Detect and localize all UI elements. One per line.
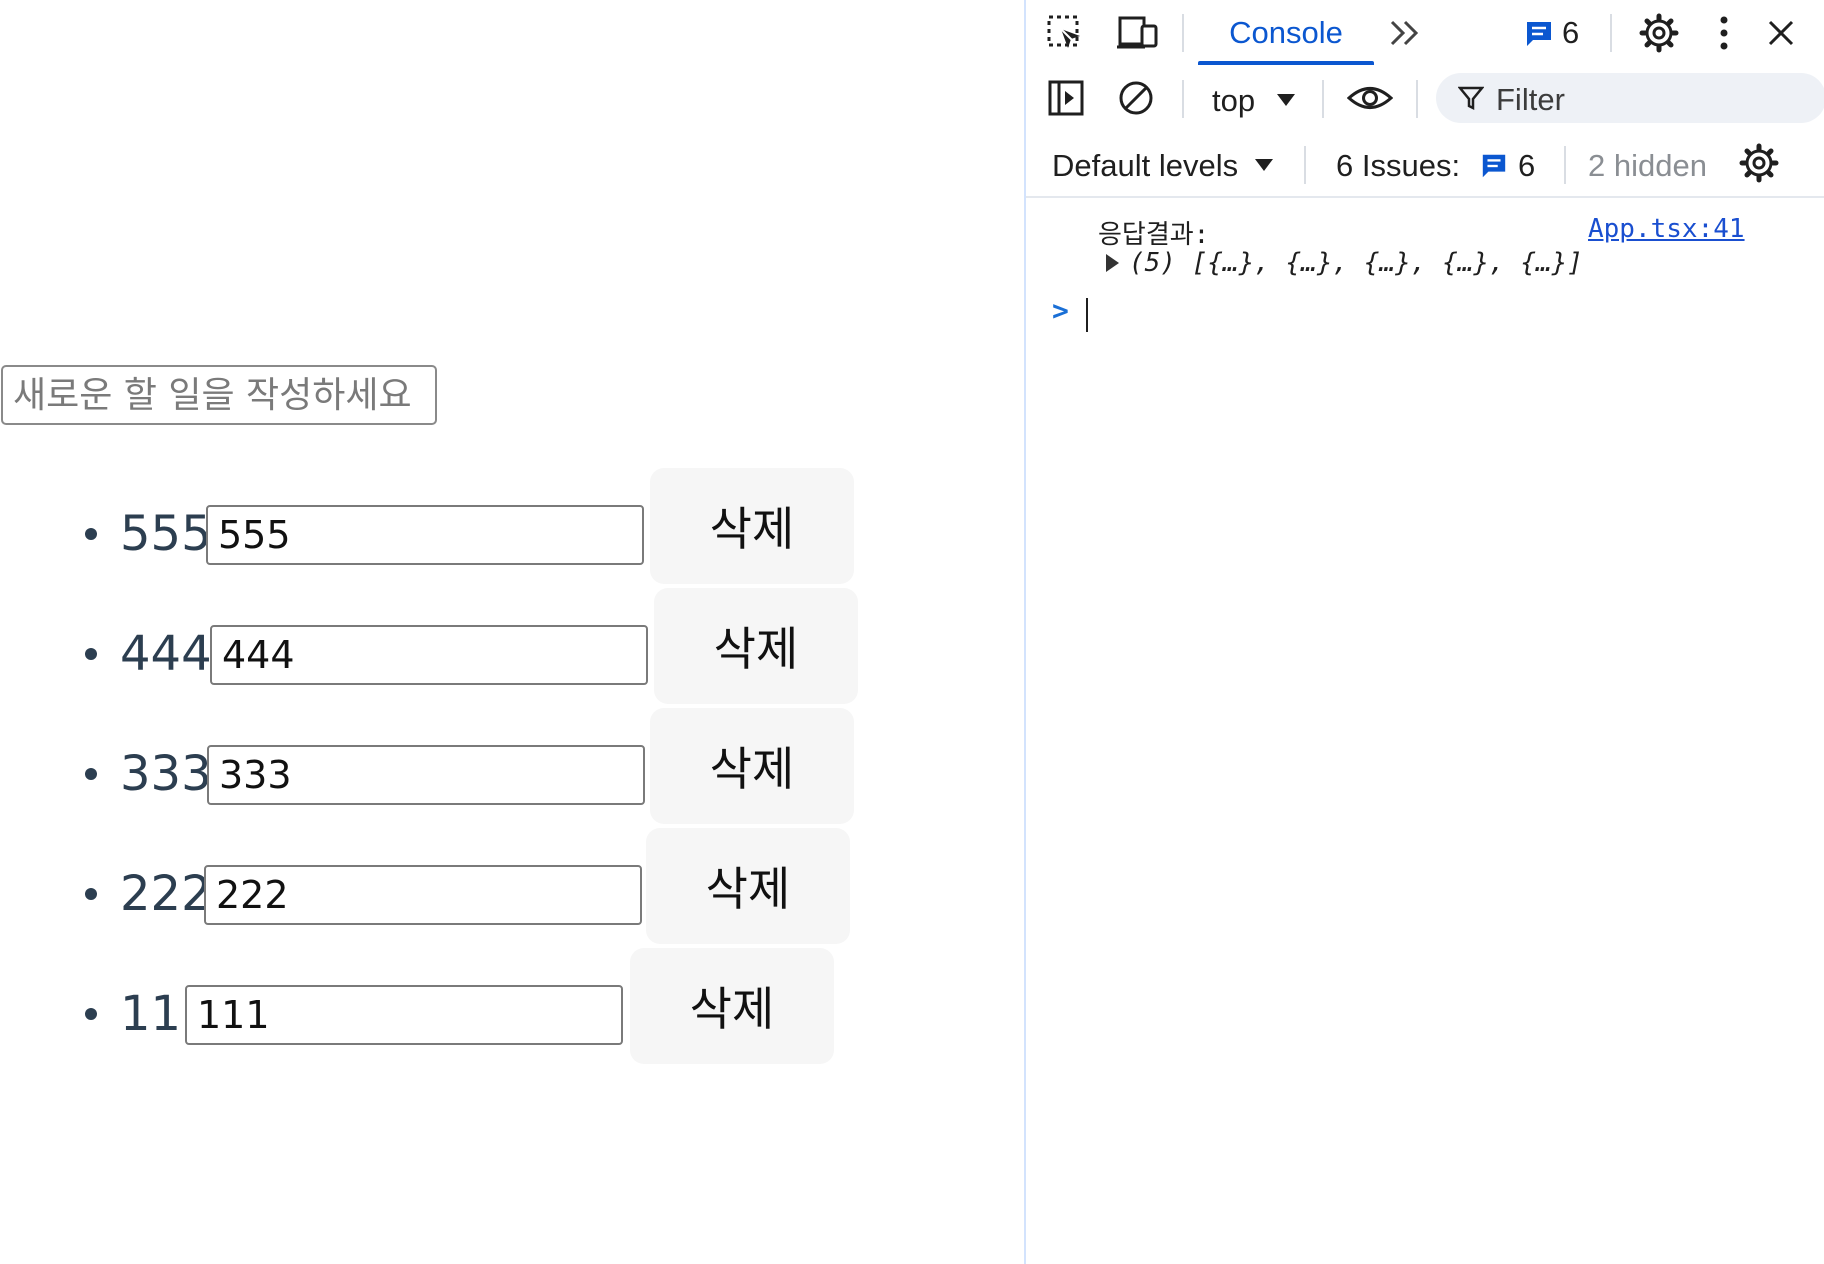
list-bullet [85, 888, 97, 900]
todo-text: 222 [120, 866, 212, 922]
delete-button[interactable]: 삭제 [650, 468, 854, 584]
filter-placeholder: Filter [1496, 82, 1565, 117]
eye-icon[interactable] [1346, 78, 1394, 118]
dropdown-arrow-icon[interactable] [1252, 153, 1276, 177]
console-output: 응답결과: App.tsx:41 (5) [{…}, {…}, {…}, {…}… [1026, 198, 1824, 1264]
todo-edit-input[interactable] [210, 625, 648, 685]
separator [1416, 80, 1418, 118]
clear-console-icon[interactable] [1116, 78, 1156, 118]
expand-triangle-icon[interactable] [1106, 254, 1119, 272]
separator [1182, 80, 1184, 118]
separator [1322, 80, 1324, 118]
todo-edit-input[interactable] [206, 505, 644, 565]
devtools-tabbar: Console 6 [1026, 0, 1824, 66]
device-toolbar-icon[interactable] [1116, 12, 1160, 54]
list-bullet [85, 528, 97, 540]
settings-icon[interactable] [1738, 142, 1780, 184]
todo-text: 444 [120, 626, 212, 682]
issues-count[interactable]: 6 [1518, 148, 1535, 184]
filter-input[interactable]: Filter [1436, 73, 1824, 123]
separator [1564, 146, 1566, 184]
log-message: 응답결과: [1098, 220, 1210, 250]
filter-icon [1458, 85, 1484, 111]
log-source-link[interactable]: App.tsx:41 [1588, 214, 1745, 244]
issues-label[interactable]: 6 Issues: [1336, 148, 1460, 184]
inspect-icon[interactable] [1044, 12, 1086, 54]
todo-edit-input[interactable] [207, 745, 645, 805]
message-icon[interactable] [1478, 150, 1510, 182]
log-array-toggle[interactable]: (5) [{…}, {…}, {…}, {…}, {…}] [1106, 248, 1583, 278]
active-tab-indicator [1198, 61, 1374, 65]
delete-button[interactable]: 삭제 [646, 828, 850, 944]
console-input-caret[interactable] [1086, 298, 1088, 332]
todo-text: 333 [120, 746, 212, 802]
delete-button[interactable]: 삭제 [650, 708, 854, 824]
todo-edit-input[interactable] [204, 865, 642, 925]
delete-button[interactable]: 삭제 [654, 588, 858, 704]
separator [1182, 14, 1184, 52]
tab-console[interactable]: Console [1198, 0, 1374, 66]
separator [1304, 146, 1306, 184]
new-todo-input[interactable] [1, 365, 437, 425]
hidden-count: 2 hidden [1588, 148, 1707, 183]
todo-edit-input[interactable] [185, 985, 623, 1045]
message-icon[interactable] [1522, 17, 1556, 51]
console-prompt: > [1052, 294, 1069, 327]
list-bullet [85, 1008, 97, 1020]
chevron-double-right-icon[interactable] [1386, 14, 1424, 52]
dropdown-arrow-icon[interactable] [1274, 88, 1298, 112]
devtools-panel: Console 6 top Filter Default levels 6 Is… [1024, 0, 1824, 1264]
todo-app: 555 삭제 444 삭제 333 삭제 222 삭제 111 [0, 0, 1024, 1264]
list-bullet [85, 768, 97, 780]
sidebar-icon[interactable] [1046, 78, 1086, 118]
settings-icon[interactable] [1638, 12, 1680, 54]
message-count[interactable]: 6 [1562, 15, 1579, 51]
close-icon[interactable] [1760, 12, 1802, 54]
log-levels-select[interactable]: Default levels [1052, 148, 1238, 184]
todo-text: 555 [120, 506, 212, 562]
list-bullet [85, 648, 97, 660]
context-select[interactable]: top [1212, 83, 1255, 119]
delete-button[interactable]: 삭제 [630, 948, 834, 1064]
separator [1610, 14, 1612, 52]
log-array-text: (5) [{…}, {…}, {…}, {…}, {…}] [1129, 248, 1583, 278]
more-vert-icon[interactable] [1706, 12, 1742, 54]
